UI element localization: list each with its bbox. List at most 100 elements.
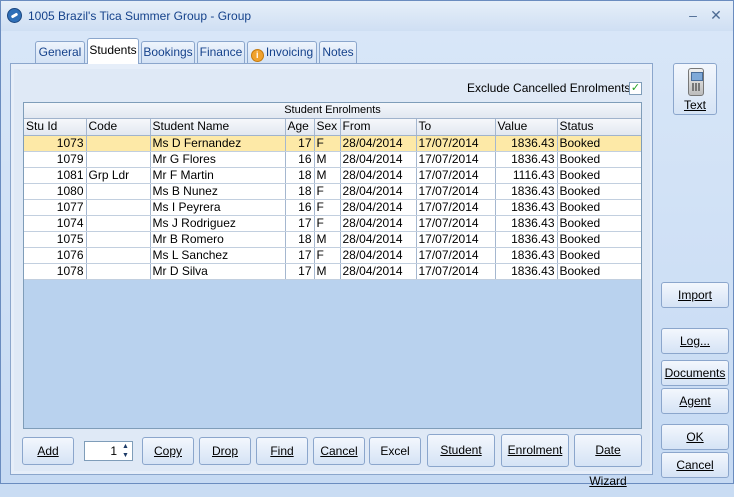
table-cell[interactable]: 17/07/2014 xyxy=(416,247,496,264)
table-cell[interactable]: 17/07/2014 xyxy=(416,183,496,200)
cancel-row-button[interactable]: Cancel xyxy=(313,437,365,465)
table-cell[interactable]: Booked xyxy=(557,199,641,216)
table-cell[interactable]: 1078 xyxy=(24,263,87,280)
table-cell[interactable]: Mr F Martin xyxy=(150,167,286,184)
excel-button[interactable]: Excel xyxy=(369,437,421,465)
table-row[interactable]: 1081 Grp Ldr Mr F Martin 18 M 28/04/2014 17/07… xyxy=(24,167,641,184)
minimize-button[interactable]: – xyxy=(685,7,701,23)
col-header-student-name[interactable]: Student Name xyxy=(150,119,286,136)
table-cell[interactable]: Booked xyxy=(557,151,641,168)
close-button[interactable]: ✕ xyxy=(708,7,724,23)
ok-button[interactable]: OK xyxy=(661,424,729,450)
table-cell[interactable]: Booked xyxy=(557,231,641,248)
table-cell[interactable]: Booked xyxy=(557,183,641,200)
table-cell[interactable]: 1836.43 xyxy=(495,231,558,248)
table-cell[interactable]: Mr D Silva xyxy=(150,263,286,280)
table-row[interactable]: 1073 Ms D Fernandez 17 F 28/04/2014 17/07/201… xyxy=(24,135,641,152)
table-cell[interactable]: 1076 xyxy=(24,247,87,264)
table-cell[interactable]: Ms B Nunez xyxy=(150,183,286,200)
tab-finance[interactable]: Finance xyxy=(197,41,245,63)
table-cell[interactable]: 1836.43 xyxy=(495,215,558,232)
tab-notes[interactable]: Notes xyxy=(319,41,357,63)
table-row[interactable]: 1080 Ms B Nunez 18 F 28/04/2014 17/07/2014 183… xyxy=(24,183,641,200)
table-cell[interactable]: 17 xyxy=(285,247,315,264)
student-button[interactable]: Student xyxy=(427,434,495,467)
table-cell[interactable]: 1075 xyxy=(24,231,87,248)
table-cell[interactable]: Ms J Rodriguez xyxy=(150,215,286,232)
table-cell[interactable] xyxy=(86,231,151,248)
col-header-age[interactable]: Age xyxy=(285,119,315,136)
table-row[interactable]: 1074 Ms J Rodriguez 17 F 28/04/2014 17/07/201… xyxy=(24,215,641,232)
table-cell[interactable]: 17 xyxy=(285,135,315,152)
table-cell[interactable]: 18 xyxy=(285,183,315,200)
table-cell[interactable]: 17/07/2014 xyxy=(416,151,496,168)
table-cell[interactable]: Booked xyxy=(557,167,641,184)
table-cell[interactable]: 16 xyxy=(285,151,315,168)
table-cell[interactable] xyxy=(86,151,151,168)
find-button[interactable]: Find xyxy=(256,437,308,465)
table-cell[interactable]: 1836.43 xyxy=(495,183,558,200)
table-cell[interactable] xyxy=(86,199,151,216)
table-cell[interactable]: 28/04/2014 xyxy=(340,167,417,184)
table-cell[interactable]: 1836.43 xyxy=(495,263,558,280)
enrolment-button[interactable]: Enrolment xyxy=(501,434,569,467)
table-cell[interactable]: Booked xyxy=(557,135,641,152)
table-cell[interactable]: 28/04/2014 xyxy=(340,263,417,280)
spin-down-icon[interactable]: ▼ xyxy=(119,451,132,460)
table-cell[interactable]: F xyxy=(314,215,341,232)
table-cell[interactable]: 28/04/2014 xyxy=(340,199,417,216)
table-row[interactable]: 1075 Mr B Romero 18 M 28/04/2014 17/07/2014 18… xyxy=(24,231,641,248)
table-cell[interactable]: M xyxy=(314,167,341,184)
table-cell[interactable] xyxy=(86,247,151,264)
drop-button[interactable]: Drop xyxy=(199,437,251,465)
table-row[interactable]: 1077 Ms I Peyrera 16 F 28/04/2014 17/07/2014 1… xyxy=(24,199,641,216)
table-cell[interactable]: 1116.43 xyxy=(495,167,558,184)
table-cell[interactable]: F xyxy=(314,199,341,216)
table-row[interactable]: 1079 Mr G Flores 16 M 28/04/2014 17/07/2014 18… xyxy=(24,151,641,168)
table-cell[interactable]: M xyxy=(314,151,341,168)
tab-bookings[interactable]: Bookings xyxy=(141,41,195,63)
table-row[interactable]: 1078 Mr D Silva 17 M 28/04/2014 17/07/2014 183… xyxy=(24,263,641,280)
table-cell[interactable]: 28/04/2014 xyxy=(340,135,417,152)
table-cell[interactable]: 1836.43 xyxy=(495,135,558,152)
table-cell[interactable]: 18 xyxy=(285,231,315,248)
table-cell[interactable]: 28/04/2014 xyxy=(340,151,417,168)
table-cell[interactable]: Ms I Peyrera xyxy=(150,199,286,216)
table-cell[interactable]: 1836.43 xyxy=(495,247,558,264)
quantity-value[interactable]: 1 xyxy=(85,442,119,460)
table-cell[interactable]: 28/04/2014 xyxy=(340,215,417,232)
table-cell[interactable]: Mr B Romero xyxy=(150,231,286,248)
table-cell[interactable] xyxy=(86,263,151,280)
table-cell[interactable]: 28/04/2014 xyxy=(340,247,417,264)
table-cell[interactable]: 1074 xyxy=(24,215,87,232)
table-cell[interactable]: Ms L Sanchez xyxy=(150,247,286,264)
table-cell[interactable]: M xyxy=(314,231,341,248)
table-cell[interactable]: 1836.43 xyxy=(495,199,558,216)
table-cell[interactable]: Ms D Fernandez xyxy=(150,135,286,152)
table-cell[interactable]: 28/04/2014 xyxy=(340,183,417,200)
table-cell[interactable]: F xyxy=(314,183,341,200)
table-cell[interactable]: 17/07/2014 xyxy=(416,135,496,152)
date-wizard-button[interactable]: Date Wizard xyxy=(574,434,642,488)
table-cell[interactable]: 17/07/2014 xyxy=(416,263,496,280)
table-cell[interactable]: 16 xyxy=(285,199,315,216)
table-cell[interactable]: Mr G Flores xyxy=(150,151,286,168)
col-header-code[interactable]: Code xyxy=(86,119,151,136)
quantity-stepper[interactable]: 1 ▲ ▼ xyxy=(84,441,133,461)
col-header-stu-id[interactable]: Stu Id xyxy=(24,119,87,136)
col-header-value[interactable]: Value xyxy=(495,119,558,136)
table-row[interactable]: 1076 Ms L Sanchez 17 F 28/04/2014 17/07/2014 1… xyxy=(24,247,641,264)
table-cell[interactable]: 1080 xyxy=(24,183,87,200)
table-cell[interactable]: 1079 xyxy=(24,151,87,168)
table-cell[interactable]: Booked xyxy=(557,215,641,232)
table-cell[interactable]: 1836.43 xyxy=(495,151,558,168)
copy-button[interactable]: Copy xyxy=(142,437,194,465)
table-cell[interactable] xyxy=(86,215,151,232)
table-cell[interactable] xyxy=(86,183,151,200)
tab-invoicing[interactable]: i Invoicing xyxy=(247,41,317,63)
table-cell[interactable]: M xyxy=(314,263,341,280)
table-cell[interactable] xyxy=(86,135,151,152)
agent-button[interactable]: Agent xyxy=(661,388,729,414)
log-button[interactable]: Log... xyxy=(661,328,729,354)
table-cell[interactable]: 17 xyxy=(285,263,315,280)
